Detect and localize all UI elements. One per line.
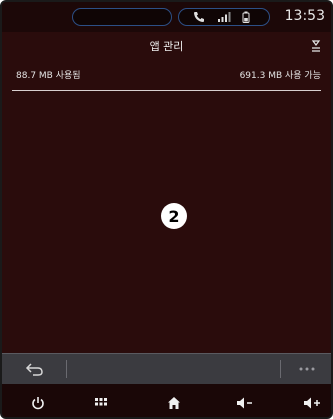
apps-grid-icon[interactable]: [91, 393, 111, 413]
callout-badge: 2: [161, 203, 187, 229]
screen: 13:53 앱 관리 88.7 MB 사용됨 691.3 MB 사용 가능 2: [0, 0, 333, 419]
storage-info: 88.7 MB 사용됨 691.3 MB 사용 가능: [16, 68, 321, 84]
status-pill-left[interactable]: [72, 8, 172, 26]
storage-used: 88.7 MB 사용됨: [16, 71, 81, 81]
nav-bar: [2, 384, 331, 417]
divider: [12, 90, 321, 91]
sort-icon[interactable]: [309, 38, 323, 52]
storage-available: 691.3 MB 사용 가능: [239, 71, 321, 81]
more-icon[interactable]: [295, 361, 319, 377]
battery-icon: [241, 11, 255, 23]
bar-separator: [66, 360, 67, 378]
status-pill-right[interactable]: [178, 8, 270, 26]
volume-down-icon[interactable]: [235, 393, 255, 413]
signal-icon: [217, 11, 231, 23]
status-bar: 13:53: [2, 2, 331, 32]
bar-separator: [280, 360, 281, 378]
page-title: 앱 관리: [149, 40, 184, 53]
clock: 13:53: [284, 8, 325, 24]
home-icon[interactable]: [164, 393, 184, 413]
power-icon[interactable]: [28, 393, 48, 413]
volume-up-icon[interactable]: [302, 393, 322, 413]
back-icon[interactable]: [24, 359, 46, 379]
action-bar: [2, 353, 331, 384]
phone-icon: [193, 11, 207, 23]
